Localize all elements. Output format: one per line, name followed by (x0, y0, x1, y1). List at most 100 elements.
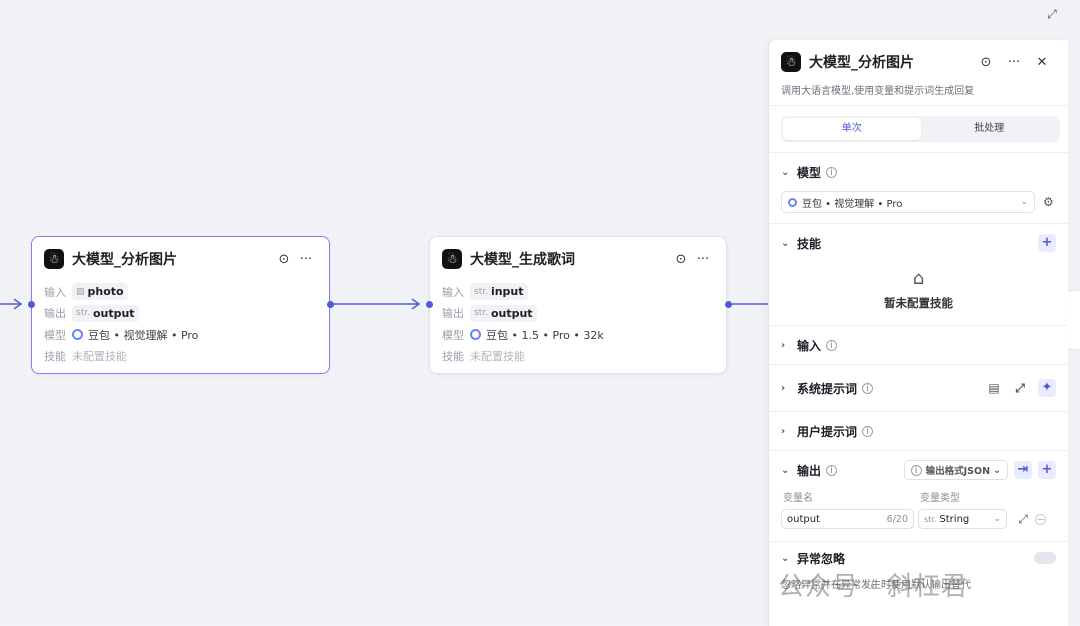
node-model-row: 模型 豆包 • 视觉理解 • Pro (44, 324, 317, 346)
output-section-header[interactable]: ⌄ 输出 i i 输出格式JSON ⌄ ⇥ + (781, 451, 1056, 489)
info-icon[interactable]: i (826, 339, 838, 351)
input-section-title: 输入 (797, 338, 822, 353)
chevron-down-icon[interactable]: ⌄ (781, 167, 797, 178)
more-icon[interactable]: ··· (692, 252, 714, 267)
output-tag: str. output (72, 304, 139, 322)
output-column-headers: 变量名 变量类型 (781, 489, 1056, 505)
skill-label: 技能 (442, 350, 464, 364)
error-ignore-title: 异常忽略 (797, 551, 846, 566)
llm-logo-icon: ☃ (781, 52, 801, 72)
node1-output-port[interactable] (327, 301, 334, 308)
empty-box-icon: ⌂ (912, 268, 925, 289)
node-input-row: 输入 ▨ photo (44, 281, 317, 303)
output-var-name-input[interactable]: output 6/20 (781, 509, 914, 529)
model-label: 模型 (44, 328, 66, 342)
model-section-header[interactable]: ⌄ 模型 i (781, 153, 1056, 191)
chevron-down-icon[interactable]: ⌄ (781, 553, 797, 564)
col-var-name: 变量名 (783, 493, 813, 504)
node-skill-row: 技能 未配置技能 (44, 346, 317, 368)
info-icon[interactable]: i (826, 464, 838, 476)
expand-icon[interactable]: ⤢ (1012, 381, 1028, 396)
system-prompt-header[interactable]: › 系统提示词 i ▤ ⤢ ✦ (781, 365, 1056, 411)
node-model-row: 模型 豆包 • 1.5 • Pro • 32k (442, 324, 714, 346)
col-var-type: 变量类型 (920, 493, 960, 504)
add-output-button[interactable]: + (1038, 461, 1056, 479)
info-icon[interactable]: i (826, 166, 838, 178)
model-label: 模型 (442, 328, 464, 342)
node-analyze-image[interactable]: ☃ 大模型_分析图片 ⊙ ··· 输入 ▨ photo 输出 str. output… (31, 236, 330, 374)
model-brand-icon (788, 197, 797, 207)
chevron-down-icon[interactable]: ⌄ (781, 465, 797, 476)
chevron-right-icon[interactable]: › (781, 426, 797, 437)
info-icon[interactable]: i (862, 425, 874, 437)
tab-batch[interactable]: 批处理 (921, 118, 1059, 140)
node-title: 大模型_生成歌词 (470, 252, 575, 268)
template-icon[interactable]: ▤ (986, 381, 1002, 395)
chevron-down-icon[interactable]: ⌄ (781, 238, 797, 249)
char-count: 6/20 (886, 513, 908, 525)
node-input-row: 输入 str. input (442, 281, 714, 303)
output-format-value: 输出格式JSON (925, 466, 991, 477)
type-prefix: str. (474, 308, 488, 319)
chevron-down-icon: ⌄ (993, 464, 1001, 476)
node-generate-lyrics[interactable]: ☃ 大模型_生成歌词 ⊙ ··· 输入 str. input 输出 str. out… (429, 236, 727, 374)
model-brand-icon (470, 329, 481, 341)
type-prefix: str. (474, 286, 488, 297)
more-icon[interactable]: ··· (295, 252, 317, 267)
import-icon[interactable]: ⇥ (1014, 461, 1032, 479)
remove-icon[interactable]: − (1035, 513, 1046, 525)
chevron-right-icon[interactable]: › (781, 340, 797, 351)
chevron-down-icon: ⌄ (993, 514, 1001, 524)
input-section: › 输入 i (769, 325, 1068, 364)
output-format-select[interactable]: i 输出格式JSON ⌄ (903, 460, 1008, 480)
error-ignore-header[interactable]: ⌄ 异常忽略 (781, 542, 1056, 574)
output-section: ⌄ 输出 i i 输出格式JSON ⌄ ⇥ + 变量名 变量类型 output … (769, 450, 1068, 541)
input-value: input (490, 285, 524, 299)
model-select[interactable]: 豆包 • 视觉理解 • Pro ⌄ (781, 191, 1035, 213)
skills-empty-text: 暂未配置技能 (884, 296, 953, 310)
node-title: 大模型_分析图片 (72, 252, 177, 268)
node2-output-port[interactable] (725, 301, 732, 308)
user-prompt-title: 用户提示词 (797, 424, 858, 439)
llm-logo-icon: ☃ (442, 249, 462, 269)
model-value: 豆包 • 视觉理解 • Pro (88, 328, 199, 342)
error-ignore-toggle[interactable] (1034, 552, 1056, 564)
skill-value: 未配置技能 (470, 350, 525, 364)
ai-optimize-icon[interactable]: ✦ (1038, 379, 1056, 397)
input-tag: ▨ photo (72, 283, 128, 301)
input-tag: str. input (470, 283, 528, 301)
panel-title[interactable]: 大模型_分析图片 (809, 52, 972, 72)
system-prompt-title: 系统提示词 (797, 381, 858, 396)
image-type-icon: ▨ (76, 286, 85, 297)
panel-description[interactable]: 调用大语言模型,使用变量和提示词生成回复 (769, 84, 1068, 106)
user-prompt-header[interactable]: › 用户提示词 i (781, 412, 1056, 450)
node2-input-port[interactable] (426, 301, 433, 308)
type-prefix: str. (76, 308, 90, 319)
skill-label: 技能 (44, 350, 66, 364)
output-var-type-select[interactable]: str. String ⌄ (918, 509, 1007, 529)
chevron-right-icon[interactable]: › (781, 383, 797, 394)
output-value: output (490, 306, 533, 320)
gear-icon[interactable]: ⚙ (1043, 195, 1054, 209)
model-brand-icon (72, 329, 83, 341)
expand-icon[interactable]: ⤢ (1015, 512, 1031, 527)
run-icon[interactable]: ⊙ (670, 252, 692, 267)
model-value: 豆包 • 1.5 • Pro • 32k (486, 328, 604, 342)
expand-icon[interactable]: ⤢ (1044, 6, 1060, 22)
info-icon[interactable]: i (862, 382, 874, 394)
more-icon[interactable]: ··· (1000, 55, 1028, 70)
mode-tabs: 单次 批处理 (781, 116, 1060, 142)
node-output-row: 输出 str. output (44, 303, 317, 325)
hidden-side-panel-edge (1066, 290, 1080, 350)
output-value: output (92, 306, 135, 320)
node-config-panel: ☃ 大模型_分析图片 ⊙ ··· ✕ 调用大语言模型,使用变量和提示词生成回复 … (768, 40, 1068, 626)
run-icon[interactable]: ⊙ (273, 252, 295, 267)
skills-section-header[interactable]: ⌄ 技能 + (781, 224, 1056, 262)
node1-input-port[interactable] (28, 301, 35, 308)
input-section-header[interactable]: › 输入 i (781, 326, 1056, 364)
add-skill-button[interactable]: + (1038, 234, 1056, 252)
chevron-down-icon: ⌄ (1020, 197, 1028, 207)
run-icon[interactable]: ⊙ (972, 55, 1000, 70)
close-icon[interactable]: ✕ (1028, 55, 1056, 70)
tab-single[interactable]: 单次 (783, 118, 921, 140)
